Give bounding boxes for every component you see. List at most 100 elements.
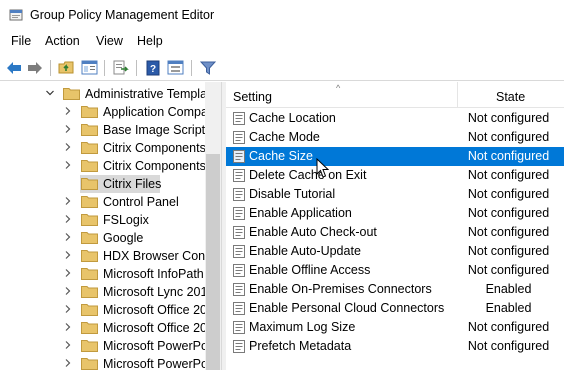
toolbar-separator [104, 60, 105, 76]
menu-view[interactable]: View [96, 34, 123, 48]
chevron-right-icon[interactable] [63, 214, 73, 224]
up-folder-icon [58, 61, 74, 74]
chevron-right-icon[interactable] [63, 142, 73, 152]
folder-icon [81, 268, 98, 280]
tree-vertical-scrollbar[interactable] [205, 82, 221, 370]
setting-state: Not configured [467, 244, 550, 258]
tree-item-administrative-templates[interactable]: Administrative Templa [0, 85, 205, 103]
tree-item[interactable]: FSLogix [0, 211, 205, 229]
setting-row[interactable]: Delete Cache on Exit Not configured [226, 166, 564, 185]
policy-setting-icon [233, 226, 245, 239]
tree-item[interactable]: HDX Browser Conte [0, 247, 205, 265]
show-hide-console-tree-button[interactable] [80, 58, 99, 77]
tree-item[interactable]: Microsoft PowerPo [0, 355, 205, 370]
setting-row[interactable]: Enable Auto-Update Not configured [226, 242, 564, 261]
menu-file[interactable]: File [11, 34, 31, 48]
filter-button[interactable] [198, 58, 217, 77]
setting-name: Prefetch Metadata [249, 339, 352, 353]
chevron-right-icon[interactable] [63, 304, 73, 314]
tree-item[interactable]: Microsoft PowerPo [0, 337, 205, 355]
setting-row[interactable]: Disable Tutorial Not configured [226, 185, 564, 204]
chevron-right-icon[interactable] [63, 250, 73, 260]
properties-icon [167, 60, 184, 75]
chevron-right-icon[interactable] [63, 232, 73, 242]
svg-text:?: ? [149, 64, 155, 75]
setting-state: Not configured [467, 225, 550, 239]
toolbar-separator [136, 60, 137, 76]
tree-item[interactable]: Control Panel [0, 193, 205, 211]
setting-row[interactable]: Enable Auto Check-out Not configured [226, 223, 564, 242]
chevron-right-icon[interactable] [63, 160, 73, 170]
up-one-level-button[interactable] [57, 58, 76, 77]
menu-help[interactable]: Help [137, 34, 163, 48]
menu-action[interactable]: Action [45, 34, 80, 48]
setting-row[interactable]: Enable On-Premises Connectors Enabled [226, 280, 564, 299]
column-header-setting[interactable]: Setting [233, 90, 272, 104]
policy-setting-icon [233, 188, 245, 201]
setting-name: Enable Personal Cloud Connectors [249, 301, 445, 315]
column-header-state[interactable]: State [496, 90, 525, 104]
setting-row[interactable]: Enable Application Not configured [226, 204, 564, 223]
help-icon: ? [146, 60, 159, 75]
folder-icon [81, 214, 98, 226]
setting-row[interactable]: Enable Offline Access Not configured [226, 261, 564, 280]
setting-state: Enabled [485, 282, 532, 296]
tree-item-label: Base Image Script F [103, 123, 205, 137]
folder-icon [81, 178, 98, 190]
tree-item[interactable]: Citrix Components [0, 139, 205, 157]
setting-state: Not configured [467, 206, 550, 220]
chevron-down-icon[interactable] [45, 88, 55, 98]
chevron-right-icon[interactable] [63, 322, 73, 332]
chevron-right-icon[interactable] [63, 340, 73, 350]
column-divider[interactable] [457, 82, 458, 108]
tree-item-label: Application Compa [103, 105, 205, 119]
setting-row[interactable]: Enable Personal Cloud Connectors Enabled [226, 299, 564, 318]
tree-item-label: Microsoft Office 20 [103, 321, 205, 335]
window-title: Group Policy Management Editor [30, 8, 215, 22]
tree-item[interactable]: Base Image Script F [0, 121, 205, 139]
chevron-right-icon[interactable] [63, 106, 73, 116]
tree-item[interactable]: Microsoft Lync 201 [0, 283, 205, 301]
policy-setting-icon [233, 131, 245, 144]
folder-icon [81, 196, 98, 208]
tree-item[interactable]: Application Compa [0, 103, 205, 121]
setting-row[interactable]: Prefetch Metadata Not configured [226, 337, 564, 356]
folder-icon [81, 304, 98, 316]
tree-item[interactable]: Google [0, 229, 205, 247]
folder-icon [81, 250, 98, 262]
toolbar: ? [0, 54, 564, 81]
chevron-right-icon[interactable] [63, 358, 73, 368]
tree-item-label: Citrix Components [103, 141, 205, 155]
setting-row[interactable]: Cache Size Not configured [226, 147, 564, 166]
tree-item[interactable]: Microsoft Office 20 [0, 319, 205, 337]
toolbar-separator [191, 60, 192, 76]
forward-button[interactable] [25, 58, 44, 77]
menu-bar: File Action View Help [0, 31, 564, 53]
setting-row[interactable]: Cache Location Not configured [226, 109, 564, 128]
scrollbar-thumb[interactable] [206, 154, 220, 370]
back-button[interactable] [4, 58, 23, 77]
properties-button[interactable] [166, 58, 185, 77]
setting-name: Enable Auto-Update [249, 244, 361, 258]
folder-icon [81, 160, 98, 172]
chevron-right-icon[interactable] [63, 196, 73, 206]
tree-item[interactable]: Citrix Components [0, 157, 205, 175]
folder-icon [63, 88, 80, 100]
forward-arrow-icon [27, 61, 42, 74]
chevron-right-icon[interactable] [63, 124, 73, 134]
tree-item[interactable]: Microsoft InfoPath [0, 265, 205, 283]
tree-item-label: Microsoft PowerPo [103, 357, 205, 370]
console-tree[interactable]: Administrative Templa Application Compa B… [0, 82, 221, 370]
help-button[interactable]: ? [143, 58, 162, 77]
setting-name: Maximum Log Size [249, 320, 356, 334]
policy-setting-icon [233, 112, 245, 125]
export-list-button[interactable] [111, 58, 130, 77]
setting-row[interactable]: Cache Mode Not configured [226, 128, 564, 147]
chevron-right-icon[interactable] [63, 268, 73, 278]
tree-item[interactable]: Citrix Files [0, 175, 205, 193]
policy-setting-icon [233, 283, 245, 296]
tree-item[interactable]: Microsoft Office 20 [0, 301, 205, 319]
chevron-right-icon[interactable] [63, 286, 73, 296]
setting-row[interactable]: Maximum Log Size Not configured [226, 318, 564, 337]
setting-name: Enable Auto Check-out [249, 225, 377, 239]
